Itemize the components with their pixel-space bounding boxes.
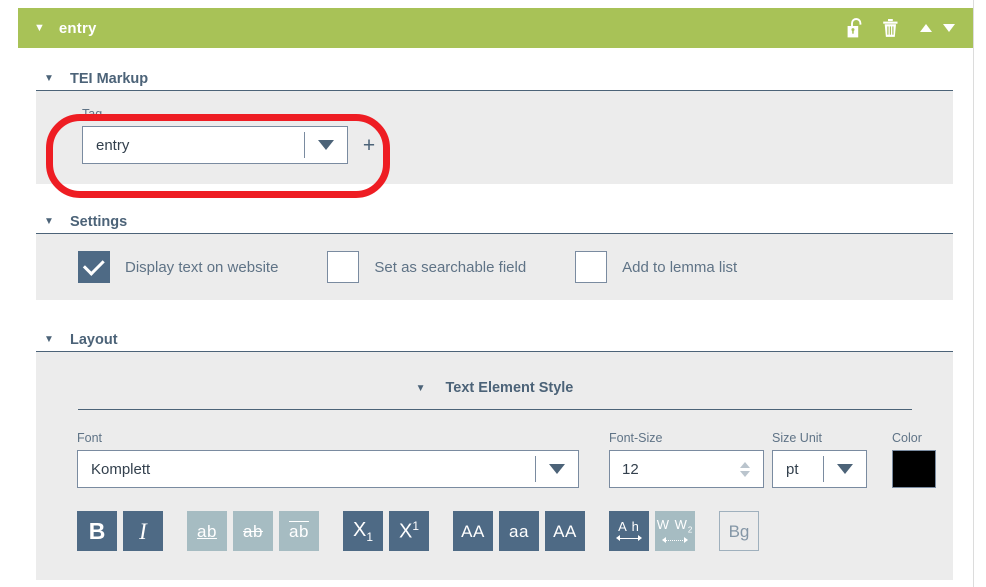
settings-header[interactable]: ▼ Settings xyxy=(0,211,986,233)
reorder-controls xyxy=(920,24,955,32)
background-color-glyph: Bg xyxy=(729,523,750,540)
settings-title: Settings xyxy=(70,214,127,230)
chevron-down-icon[interactable]: ▼ xyxy=(44,335,54,345)
letter-spacing-button[interactable]: A h xyxy=(609,511,649,551)
tei-markup-title: TEI Markup xyxy=(70,71,148,87)
italic-button[interactable]: I xyxy=(123,511,163,551)
underline-button[interactable]: ab xyxy=(187,511,227,551)
strikethrough-glyph: ab xyxy=(243,523,263,540)
layout-panel: ▼ Text Element Style Font Komplett xyxy=(36,352,953,580)
element-editor-app: ▼ entry xyxy=(0,0,986,587)
checkbox-label: Set as searchable field xyxy=(374,259,526,276)
font-style-row: Font Komplett Font-Size 12 xyxy=(36,410,953,488)
font-size-stepper[interactable] xyxy=(736,458,754,480)
font-size-value: 12 xyxy=(622,461,639,478)
word-spacing-button[interactable]: W W2 xyxy=(655,511,695,551)
chevron-down-icon xyxy=(318,140,334,150)
font-size-label: Font-Size xyxy=(609,431,764,445)
stepper-up-icon[interactable] xyxy=(740,462,750,468)
uppercase-button[interactable]: AA xyxy=(453,511,493,551)
overline-button[interactable]: ab xyxy=(279,511,319,551)
font-size-input[interactable]: 12 xyxy=(609,450,764,488)
checkbox-display-text-on-website[interactable]: Display text on website xyxy=(78,251,278,283)
superscript-button[interactable]: X1 xyxy=(389,511,429,551)
bold-glyph: B xyxy=(89,520,106,543)
font-label: Font xyxy=(77,431,579,445)
overline-glyph: ab xyxy=(289,523,309,540)
tei-markup-section: ▼ TEI Markup Tag entry + xyxy=(0,68,986,184)
size-unit-select[interactable]: pt xyxy=(772,450,867,488)
size-unit-value: pt xyxy=(773,451,823,487)
right-rail xyxy=(973,0,986,587)
tag-control-row: entry + xyxy=(82,126,953,164)
lowercase-button[interactable]: aa xyxy=(499,511,539,551)
font-select-arrow[interactable] xyxy=(536,451,578,487)
text-element-style-header[interactable]: ▼ Text Element Style xyxy=(36,380,953,396)
stepper-down-icon[interactable] xyxy=(740,471,750,477)
check-icon xyxy=(82,254,104,276)
tei-markup-panel: Tag entry + xyxy=(36,91,953,184)
word-spacing-icon: W W2 xyxy=(657,518,694,544)
layout-title: Layout xyxy=(70,332,118,348)
letter-spacing-icon: A h xyxy=(616,520,642,542)
chevron-down-icon[interactable]: ▼ xyxy=(416,383,426,394)
subscript-button[interactable]: X1 xyxy=(343,511,383,551)
chevron-down-icon xyxy=(837,464,853,474)
settings-panel: Display text on website Set as searchabl… xyxy=(36,234,953,300)
font-select-value: Komplett xyxy=(78,451,535,487)
color-swatch[interactable] xyxy=(892,450,936,488)
tag-select-value: entry xyxy=(83,127,304,163)
chevron-down-icon[interactable]: ▼ xyxy=(44,217,54,227)
color-label: Color xyxy=(892,431,944,445)
tag-select[interactable]: entry xyxy=(82,126,348,164)
underline-glyph: ab xyxy=(197,523,217,540)
titlebar-tools xyxy=(846,17,955,39)
move-up-icon[interactable] xyxy=(920,24,932,32)
settings-section: ▼ Settings Display text on website Set a… xyxy=(0,211,986,300)
layout-header[interactable]: ▼ Layout xyxy=(0,329,986,351)
lowercase-glyph: aa xyxy=(509,523,529,540)
font-field: Font Komplett xyxy=(77,431,579,488)
size-unit-select-arrow[interactable] xyxy=(824,451,866,487)
capitalize-button[interactable]: AA xyxy=(545,511,585,551)
bold-button[interactable]: B xyxy=(77,511,117,551)
format-toolbar: B I ab ab ab X1 X1 xyxy=(36,511,953,551)
font-size-field: Font-Size 12 xyxy=(609,431,764,488)
superscript-glyph: X1 xyxy=(399,520,419,542)
italic-glyph: I xyxy=(139,520,147,543)
unlock-icon[interactable] xyxy=(846,17,865,39)
layout-section: ▼ Layout ▼ Text Element Style Font Kompl… xyxy=(0,329,986,580)
move-down-icon[interactable] xyxy=(943,24,955,32)
background-color-button[interactable]: Bg xyxy=(719,511,759,551)
tei-markup-header[interactable]: ▼ TEI Markup xyxy=(0,68,986,90)
strikethrough-button[interactable]: ab xyxy=(233,511,273,551)
color-field: Color xyxy=(892,431,944,488)
checkbox-add-to-lemma-list[interactable]: Add to lemma list xyxy=(575,251,737,283)
size-unit-label: Size Unit xyxy=(772,431,867,445)
tag-label: Tag xyxy=(82,107,953,121)
add-tag-button[interactable]: + xyxy=(356,132,382,158)
checkbox-box[interactable] xyxy=(575,251,607,283)
size-unit-field: Size Unit pt xyxy=(772,431,867,488)
page-title: entry xyxy=(59,20,846,37)
chevron-down-icon[interactable]: ▼ xyxy=(44,74,54,84)
tag-select-arrow[interactable] xyxy=(305,127,347,163)
uppercase-glyph: AA xyxy=(461,523,485,540)
element-titlebar: ▼ entry xyxy=(18,8,973,48)
checkbox-set-as-searchable-field[interactable]: Set as searchable field xyxy=(327,251,526,283)
capitalize-glyph: AA xyxy=(553,523,577,540)
checkbox-label: Add to lemma list xyxy=(622,259,737,276)
font-select[interactable]: Komplett xyxy=(77,450,579,488)
collapse-caret-icon[interactable]: ▼ xyxy=(34,23,45,34)
subscript-glyph: X1 xyxy=(353,520,373,543)
checkbox-box[interactable] xyxy=(327,251,359,283)
chevron-down-icon xyxy=(549,464,565,474)
trash-icon[interactable] xyxy=(881,17,900,39)
checkbox-label: Display text on website xyxy=(125,259,278,276)
checkbox-box[interactable] xyxy=(78,251,110,283)
text-element-style-title: Text Element Style xyxy=(446,380,574,396)
